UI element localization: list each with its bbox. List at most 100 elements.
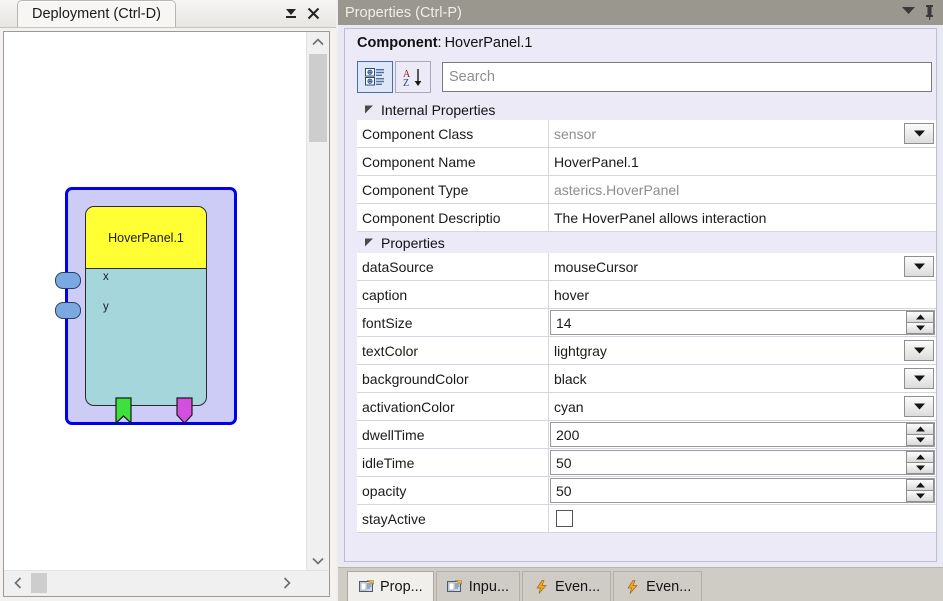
tab-label: Even... [555, 579, 600, 595]
component-header-key: Component [357, 35, 438, 51]
property-value-text[interactable]: 200 [550, 422, 935, 447]
event-icon [533, 580, 549, 594]
canvas-vertical-scrollbar[interactable] [306, 32, 329, 571]
search-input[interactable] [442, 62, 932, 92]
property-value[interactable]: mouseCursor [549, 253, 936, 280]
tab-label: Inpu... [469, 579, 509, 595]
property-value[interactable]: 14 [549, 309, 936, 336]
spinner-up-icon[interactable] [906, 479, 934, 491]
tab-list-icon[interactable] [281, 3, 301, 23]
table-row[interactable]: backgroundColor black [357, 365, 936, 393]
property-value-text: black [554, 371, 587, 387]
table-row[interactable]: fontSize 14 [357, 309, 936, 337]
spinner-up-icon[interactable] [906, 311, 934, 323]
property-value[interactable]: The HoverPanel allows interaction [549, 204, 936, 231]
tab-label: Prop... [380, 579, 423, 595]
spinner-buttons[interactable] [906, 479, 934, 502]
property-value[interactable]: lightgray [549, 337, 936, 364]
spinner-buttons[interactable] [906, 423, 934, 446]
tab-deployment-label: Deployment (Ctrl-D) [32, 6, 161, 22]
property-value[interactable]: 50 [549, 449, 936, 476]
table-row[interactable]: stayActive [357, 505, 936, 533]
tab-event-triggers[interactable]: Even... [613, 571, 702, 601]
canvas-vscroll-thumb[interactable] [309, 54, 327, 142]
property-value[interactable]: hover [549, 281, 936, 308]
chevron-down-icon[interactable] [307, 551, 329, 571]
property-value[interactable]: black [549, 365, 936, 392]
property-value-text: hover [554, 287, 589, 303]
component-node-title: HoverPanel.1 [108, 231, 184, 245]
chevron-down-icon[interactable] [904, 256, 934, 277]
component-node-hoverpanel[interactable]: HoverPanel.1 [65, 187, 237, 425]
spinner-buttons[interactable] [906, 311, 934, 334]
tab-event-listeners[interactable]: Even... [522, 571, 611, 601]
chevron-up-icon[interactable] [307, 32, 329, 52]
tab-input-ports[interactable]: Inpu... [436, 571, 520, 601]
tab-deployment[interactable]: Deployment (Ctrl-D) [17, 0, 176, 27]
table-row[interactable]: Component Type asterics.HoverPanel [357, 176, 936, 204]
input-port-x[interactable] [55, 272, 81, 289]
table-row[interactable]: opacity 50 [357, 477, 936, 505]
canvas-hscroll-thumb[interactable] [31, 573, 47, 593]
chevron-down-icon[interactable] [904, 368, 934, 389]
close-icon[interactable] [303, 3, 323, 23]
component-node-titlebox: HoverPanel.1 [86, 207, 206, 269]
deployment-tabstrip: Deployment (Ctrl-D) [0, 0, 336, 28]
property-value[interactable]: cyan [549, 393, 936, 420]
properties-titlebar: Properties (Ctrl-P) [338, 0, 943, 25]
chevron-down-icon[interactable] [902, 6, 915, 14]
group-title: Internal Properties [381, 102, 495, 118]
table-row[interactable]: dataSource mouseCursor [357, 253, 936, 281]
table-row[interactable]: dwellTime 200 [357, 421, 936, 449]
property-name: caption [357, 281, 549, 308]
alphabetical-sort-icon[interactable]: A Z [395, 61, 431, 93]
pin-icon[interactable] [923, 4, 936, 20]
property-value[interactable]: sensor [549, 120, 936, 147]
event-listener-port[interactable] [115, 397, 132, 424]
spinner-down-icon[interactable] [906, 463, 934, 474]
spinner-down-icon[interactable] [906, 323, 934, 334]
properties-icon [358, 580, 374, 594]
event-icon [624, 580, 640, 594]
spinner-up-icon[interactable] [906, 451, 934, 463]
chevron-down-icon[interactable] [904, 340, 934, 361]
component-header-separator: : [438, 35, 442, 51]
event-trigger-port[interactable] [176, 397, 193, 424]
input-port-y[interactable] [55, 302, 81, 319]
property-value[interactable] [549, 505, 936, 532]
table-row[interactable]: textColor lightgray [357, 337, 936, 365]
spinner-buttons[interactable] [906, 451, 934, 474]
tab-properties[interactable]: Prop... [347, 571, 434, 601]
property-value: asterics.HoverPanel [549, 176, 936, 203]
chevron-down-icon[interactable] [904, 123, 934, 144]
table-row[interactable]: Component Name HoverPanel.1 [357, 148, 936, 176]
spinner-down-icon[interactable] [906, 435, 934, 446]
property-name: opacity [357, 477, 549, 504]
spinner-down-icon[interactable] [906, 491, 934, 502]
table-row[interactable]: Component Class sensor [357, 120, 936, 148]
group-header-properties[interactable]: Properties [357, 232, 936, 253]
chevron-left-icon[interactable] [6, 571, 30, 595]
property-value-text[interactable]: 50 [550, 478, 935, 503]
categorized-view-icon[interactable] [357, 61, 393, 93]
property-name: fontSize [357, 309, 549, 336]
property-value-text[interactable]: 50 [550, 450, 935, 475]
chevron-down-icon[interactable] [904, 396, 934, 417]
chevron-right-icon[interactable] [275, 571, 299, 595]
table-row[interactable]: caption hover [357, 281, 936, 309]
group-header-internal-properties[interactable]: Internal Properties [357, 99, 936, 120]
table-row[interactable]: idleTime 50 [357, 449, 936, 477]
table-row[interactable]: activationColor cyan [357, 393, 936, 421]
property-value-text: sensor [554, 126, 596, 142]
property-value[interactable]: 200 [549, 421, 936, 448]
deployment-canvas[interactable]: HoverPanel.1 x y [4, 32, 307, 571]
property-name: Component Type [357, 176, 549, 203]
canvas-horizontal-scrollbar[interactable] [4, 570, 329, 596]
stayactive-checkbox[interactable] [556, 510, 573, 527]
property-value-text[interactable]: 14 [550, 310, 935, 335]
table-row[interactable]: Component Descriptio The HoverPanel allo… [357, 204, 936, 232]
spinner-up-icon[interactable] [906, 423, 934, 435]
property-value[interactable]: 50 [549, 477, 936, 504]
property-value[interactable]: HoverPanel.1 [549, 148, 936, 175]
property-name: Component Descriptio [357, 204, 549, 231]
